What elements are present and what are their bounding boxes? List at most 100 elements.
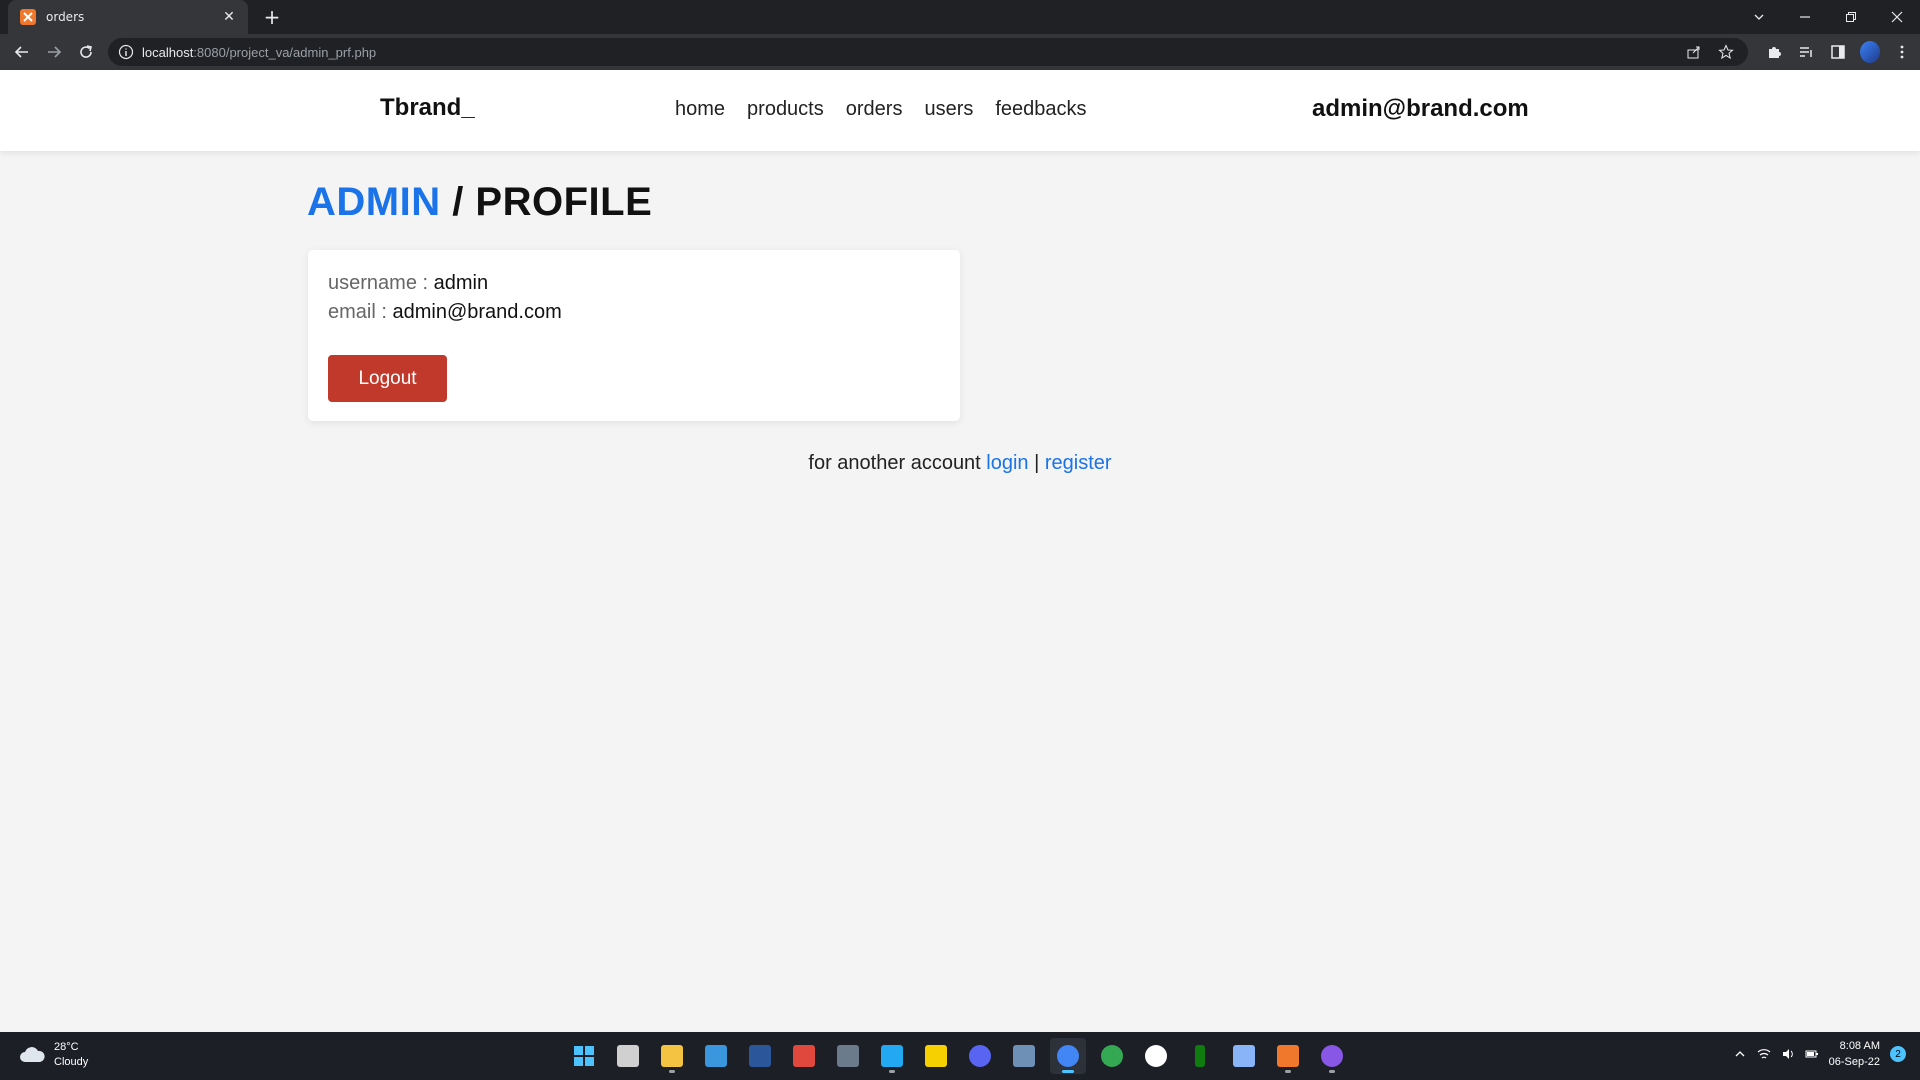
store-icon	[793, 1045, 815, 1067]
taskbar-app-chrome[interactable]	[1050, 1038, 1086, 1074]
weather-widget[interactable]: 28°C Cloudy	[18, 1040, 88, 1070]
taskbar-app-notepad[interactable]	[698, 1038, 734, 1074]
xampp-icon	[1277, 1045, 1299, 1067]
tab-search-icon[interactable]	[1736, 0, 1782, 34]
sticky-note-icon	[925, 1045, 947, 1067]
nav-link-users[interactable]: users	[924, 98, 973, 121]
system-clock[interactable]: 8:08 AM 06-Sep-22	[1829, 1038, 1880, 1070]
taskbar-app-start[interactable]	[566, 1038, 602, 1074]
email-label: email :	[328, 301, 393, 323]
weather-temp: 28°C	[54, 1041, 79, 1053]
taskbar-app-photos[interactable]	[1006, 1038, 1042, 1074]
clock-icon	[1145, 1045, 1167, 1067]
back-arrow-icon[interactable]	[10, 40, 34, 64]
extensions-puzzle-icon[interactable]	[1764, 40, 1784, 64]
site-header: Tbrand_ home products orders users feedb…	[0, 70, 1920, 151]
alt-account-text: for another account	[808, 452, 987, 474]
username-value: admin	[433, 272, 489, 294]
address-bar[interactable]: localhost:8080/project_va/admin_prf.php	[108, 38, 1748, 66]
email-value: admin@brand.com	[392, 301, 562, 323]
tab-close-icon[interactable]: ✕	[220, 9, 238, 25]
browser-tab[interactable]: orders ✕	[8, 0, 248, 34]
terminal-icon	[1195, 1045, 1205, 1067]
taskbar-app-vscode[interactable]	[874, 1038, 910, 1074]
tab-title: orders	[46, 10, 85, 24]
notepad-icon	[705, 1045, 727, 1067]
nav-link-products[interactable]: products	[747, 98, 824, 121]
media-queue-icon[interactable]	[1796, 40, 1816, 64]
taskbar-app-store[interactable]	[786, 1038, 822, 1074]
nav-link-home[interactable]: home	[675, 98, 725, 121]
forward-arrow-icon[interactable]	[42, 40, 66, 64]
taskbar-app-task-view[interactable]	[610, 1038, 646, 1074]
username-row: username : admin	[328, 272, 940, 295]
weather-desc: Cloudy	[54, 1056, 89, 1068]
volume-icon[interactable]	[1781, 1047, 1795, 1061]
github-icon	[1321, 1045, 1343, 1067]
restore-icon[interactable]	[1828, 0, 1874, 34]
header-user-email[interactable]: admin@brand.com	[1312, 95, 1529, 123]
register-link[interactable]: register	[1045, 452, 1112, 474]
url-text: localhost:8080/project_va/admin_prf.php	[142, 44, 377, 60]
monitor-icon	[837, 1045, 859, 1067]
taskbar-app-word[interactable]	[742, 1038, 778, 1074]
system-tray: 8:08 AM 06-Sep-22 2	[1733, 1038, 1906, 1070]
page-title-accent: ADMIN	[307, 180, 441, 224]
taskbar-app-clock[interactable]	[1138, 1038, 1174, 1074]
page-viewport: Tbrand_ home products orders users feedb…	[0, 70, 1920, 1032]
side-panel-icon[interactable]	[1828, 40, 1848, 64]
link-separator: |	[1028, 452, 1045, 474]
discord-icon	[969, 1045, 991, 1067]
browser-tab-strip: orders ✕ +	[0, 0, 1920, 34]
cube-icon	[1233, 1045, 1255, 1067]
nav-link-orders[interactable]: orders	[846, 98, 903, 121]
new-tab-button[interactable]: +	[260, 5, 284, 29]
site-info-icon[interactable]	[118, 44, 134, 60]
taskbar-app-github[interactable]	[1314, 1038, 1350, 1074]
browser-toolbar: localhost:8080/project_va/admin_prf.php	[0, 34, 1920, 70]
main-nav: home products orders users feedbacks	[675, 98, 1109, 121]
task-view-icon	[617, 1045, 639, 1067]
windows-start-icon	[574, 1046, 594, 1066]
taskbar-app-discord[interactable]	[962, 1038, 998, 1074]
windows-taskbar: 28°C Cloudy 8:08 AM 06-Sep-22 2	[0, 1032, 1920, 1080]
share-icon[interactable]	[1686, 44, 1702, 60]
word-icon	[749, 1045, 771, 1067]
taskbar-app-file-explorer[interactable]	[654, 1038, 690, 1074]
minimize-icon[interactable]	[1782, 0, 1828, 34]
profile-card: username : admin email : admin@brand.com…	[308, 250, 960, 421]
chrome-alt-icon	[1101, 1045, 1123, 1067]
chrome-icon	[1057, 1045, 1079, 1067]
email-row: email : admin@brand.com	[328, 301, 940, 324]
clock-date: 06-Sep-22	[1828, 1056, 1880, 1068]
folder-icon	[661, 1045, 683, 1067]
taskbar-app-virtualbox[interactable]	[1226, 1038, 1262, 1074]
taskbar-app-remote-desktop[interactable]	[830, 1038, 866, 1074]
page-title: ADMIN / PROFILE	[307, 180, 652, 225]
logout-button[interactable]: Logout	[328, 355, 447, 402]
wifi-icon[interactable]	[1757, 1047, 1771, 1061]
taskbar-apps	[566, 1038, 1350, 1074]
site-logo[interactable]: Tbrand_	[380, 94, 475, 122]
notification-badge[interactable]: 2	[1890, 1046, 1906, 1062]
login-link[interactable]: login	[986, 452, 1028, 474]
vscode-icon	[881, 1045, 903, 1067]
profile-avatar-icon[interactable]	[1860, 40, 1880, 64]
reload-icon[interactable]	[74, 40, 98, 64]
more-menu-icon[interactable]	[1892, 40, 1912, 64]
xampp-favicon-icon	[20, 9, 36, 25]
page-title-rest: / PROFILE	[440, 180, 653, 224]
taskbar-app-chrome-profile[interactable]	[1094, 1038, 1130, 1074]
taskbar-app-terminal[interactable]	[1182, 1038, 1218, 1074]
taskbar-app-sticky-notes[interactable]	[918, 1038, 954, 1074]
nav-link-feedbacks[interactable]: feedbacks	[995, 98, 1086, 121]
bookmark-star-icon[interactable]	[1718, 44, 1734, 60]
photos-icon	[1013, 1045, 1035, 1067]
battery-icon[interactable]	[1805, 1047, 1819, 1061]
taskbar-app-xampp[interactable]	[1270, 1038, 1306, 1074]
cloud-icon	[20, 1047, 45, 1062]
alt-account-line: for another account login | register	[0, 452, 1920, 475]
chevron-up-icon[interactable]	[1733, 1047, 1747, 1061]
close-window-icon[interactable]	[1874, 0, 1920, 34]
clock-time: 8:08 AM	[1839, 1040, 1880, 1052]
